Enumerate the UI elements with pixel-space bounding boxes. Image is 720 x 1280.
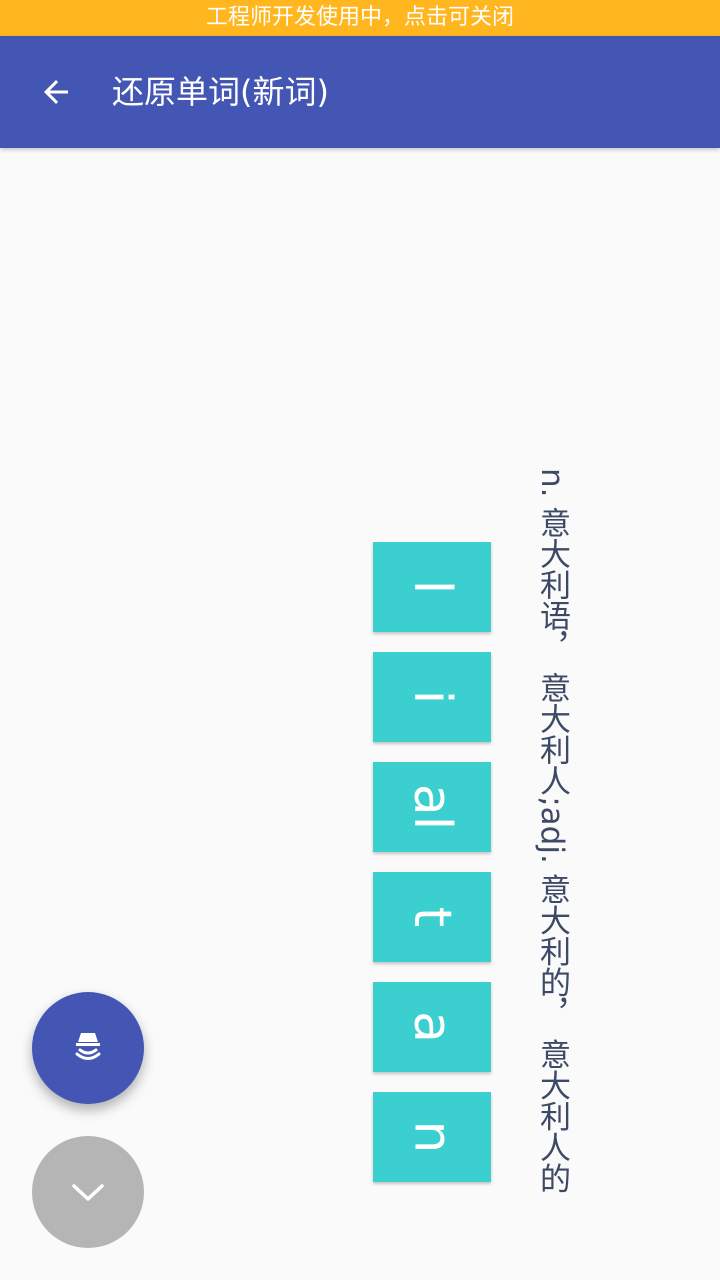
page-title: 还原单词(新词) <box>112 73 329 111</box>
letter-tile[interactable]: n <box>373 1092 491 1182</box>
letter-tile-label: l <box>401 579 462 595</box>
speaker-sound-icon <box>75 1033 101 1060</box>
dev-mode-banner-text: 工程师开发使用中，点击可关闭 <box>205 5 514 30</box>
word-definition: n. 意大利语， 意大利人;adj. 意大利的， 意大利人的 <box>534 468 570 1194</box>
back-button[interactable] <box>24 60 88 124</box>
letter-tile-label: t <box>401 906 462 928</box>
speak-button[interactable] <box>32 992 144 1104</box>
letter-tile[interactable]: al <box>373 762 491 852</box>
arrow-left-icon <box>44 80 68 104</box>
letter-tile-label: n <box>402 1120 462 1154</box>
letter-tile[interactable]: l <box>373 542 491 632</box>
letter-tile-label: a <box>402 1011 462 1043</box>
letter-tile[interactable]: a <box>373 982 491 1072</box>
letter-tile-label: i <box>401 689 462 705</box>
collapse-button[interactable] <box>32 1136 144 1248</box>
main-content: n. 意大利语， 意大利人;adj. 意大利的， 意大利人的 l i al t … <box>0 148 720 1280</box>
letter-tile[interactable]: i <box>373 652 491 742</box>
letter-tiles: l i al t a n <box>373 542 491 1202</box>
letter-tile-label: al <box>402 783 462 831</box>
dev-mode-banner[interactable]: 工程师开发使用中，点击可关闭 <box>0 0 720 36</box>
letter-tile[interactable]: t <box>373 872 491 962</box>
chevron-down-icon <box>72 1184 104 1201</box>
app-toolbar: 还原单词(新词) <box>0 36 720 148</box>
